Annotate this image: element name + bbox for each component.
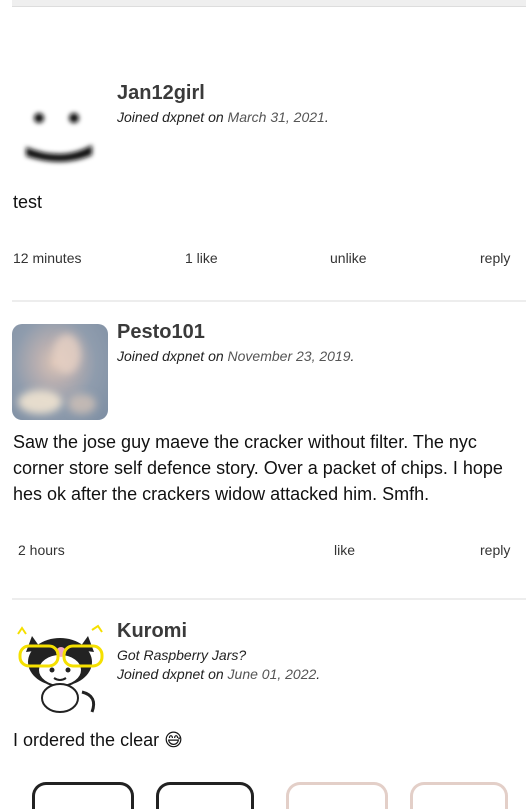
username[interactable]: Pesto101 bbox=[117, 321, 205, 344]
divider bbox=[12, 598, 526, 600]
timestamp: 2 hours bbox=[18, 542, 65, 558]
previous-post-edge bbox=[12, 0, 526, 7]
attached-image-glasses-right-pair[interactable] bbox=[410, 782, 508, 809]
like-button[interactable]: like bbox=[334, 542, 355, 558]
join-info: Joined dxpnet on March 31, 2021. bbox=[117, 109, 329, 125]
avatar[interactable] bbox=[12, 100, 108, 196]
join-info: Joined dxpnet on June 01, 2022. bbox=[117, 666, 321, 682]
timestamp: 12 minutes bbox=[13, 250, 82, 266]
comment-text: Saw the jose guy maeve the cracker witho… bbox=[13, 432, 503, 504]
join-date: November 23, 2019 bbox=[227, 348, 351, 364]
kuromi-character-icon bbox=[17, 624, 104, 713]
attached-image-glasses-right[interactable] bbox=[286, 782, 388, 809]
like-count[interactable]: 1 like bbox=[185, 250, 218, 266]
reply-button[interactable]: reply bbox=[480, 250, 510, 266]
reply-button[interactable]: reply bbox=[480, 542, 510, 558]
avatar[interactable] bbox=[12, 622, 108, 718]
unlike-button[interactable]: unlike bbox=[330, 250, 367, 266]
divider bbox=[12, 300, 526, 302]
comment-text: I ordered the clear 😅 bbox=[13, 730, 183, 750]
username[interactable]: Jan12girl bbox=[117, 82, 205, 105]
join-info: Joined dxpnet on November 23, 2019. bbox=[117, 348, 355, 364]
avatar[interactable] bbox=[12, 324, 108, 420]
attached-image-glasses-left[interactable] bbox=[32, 782, 134, 809]
join-date: March 31, 2021 bbox=[227, 109, 325, 125]
comment-text: test bbox=[13, 192, 43, 212]
join-date: June 01, 2022 bbox=[227, 666, 317, 682]
username[interactable]: Kuromi bbox=[117, 620, 187, 643]
user-subtitle: Got Raspberry Jars? bbox=[117, 647, 247, 663]
smiley-face-icon bbox=[26, 113, 92, 162]
sky-photo-icon bbox=[18, 334, 96, 414]
attached-image-glasses-left-pair[interactable] bbox=[156, 782, 254, 809]
